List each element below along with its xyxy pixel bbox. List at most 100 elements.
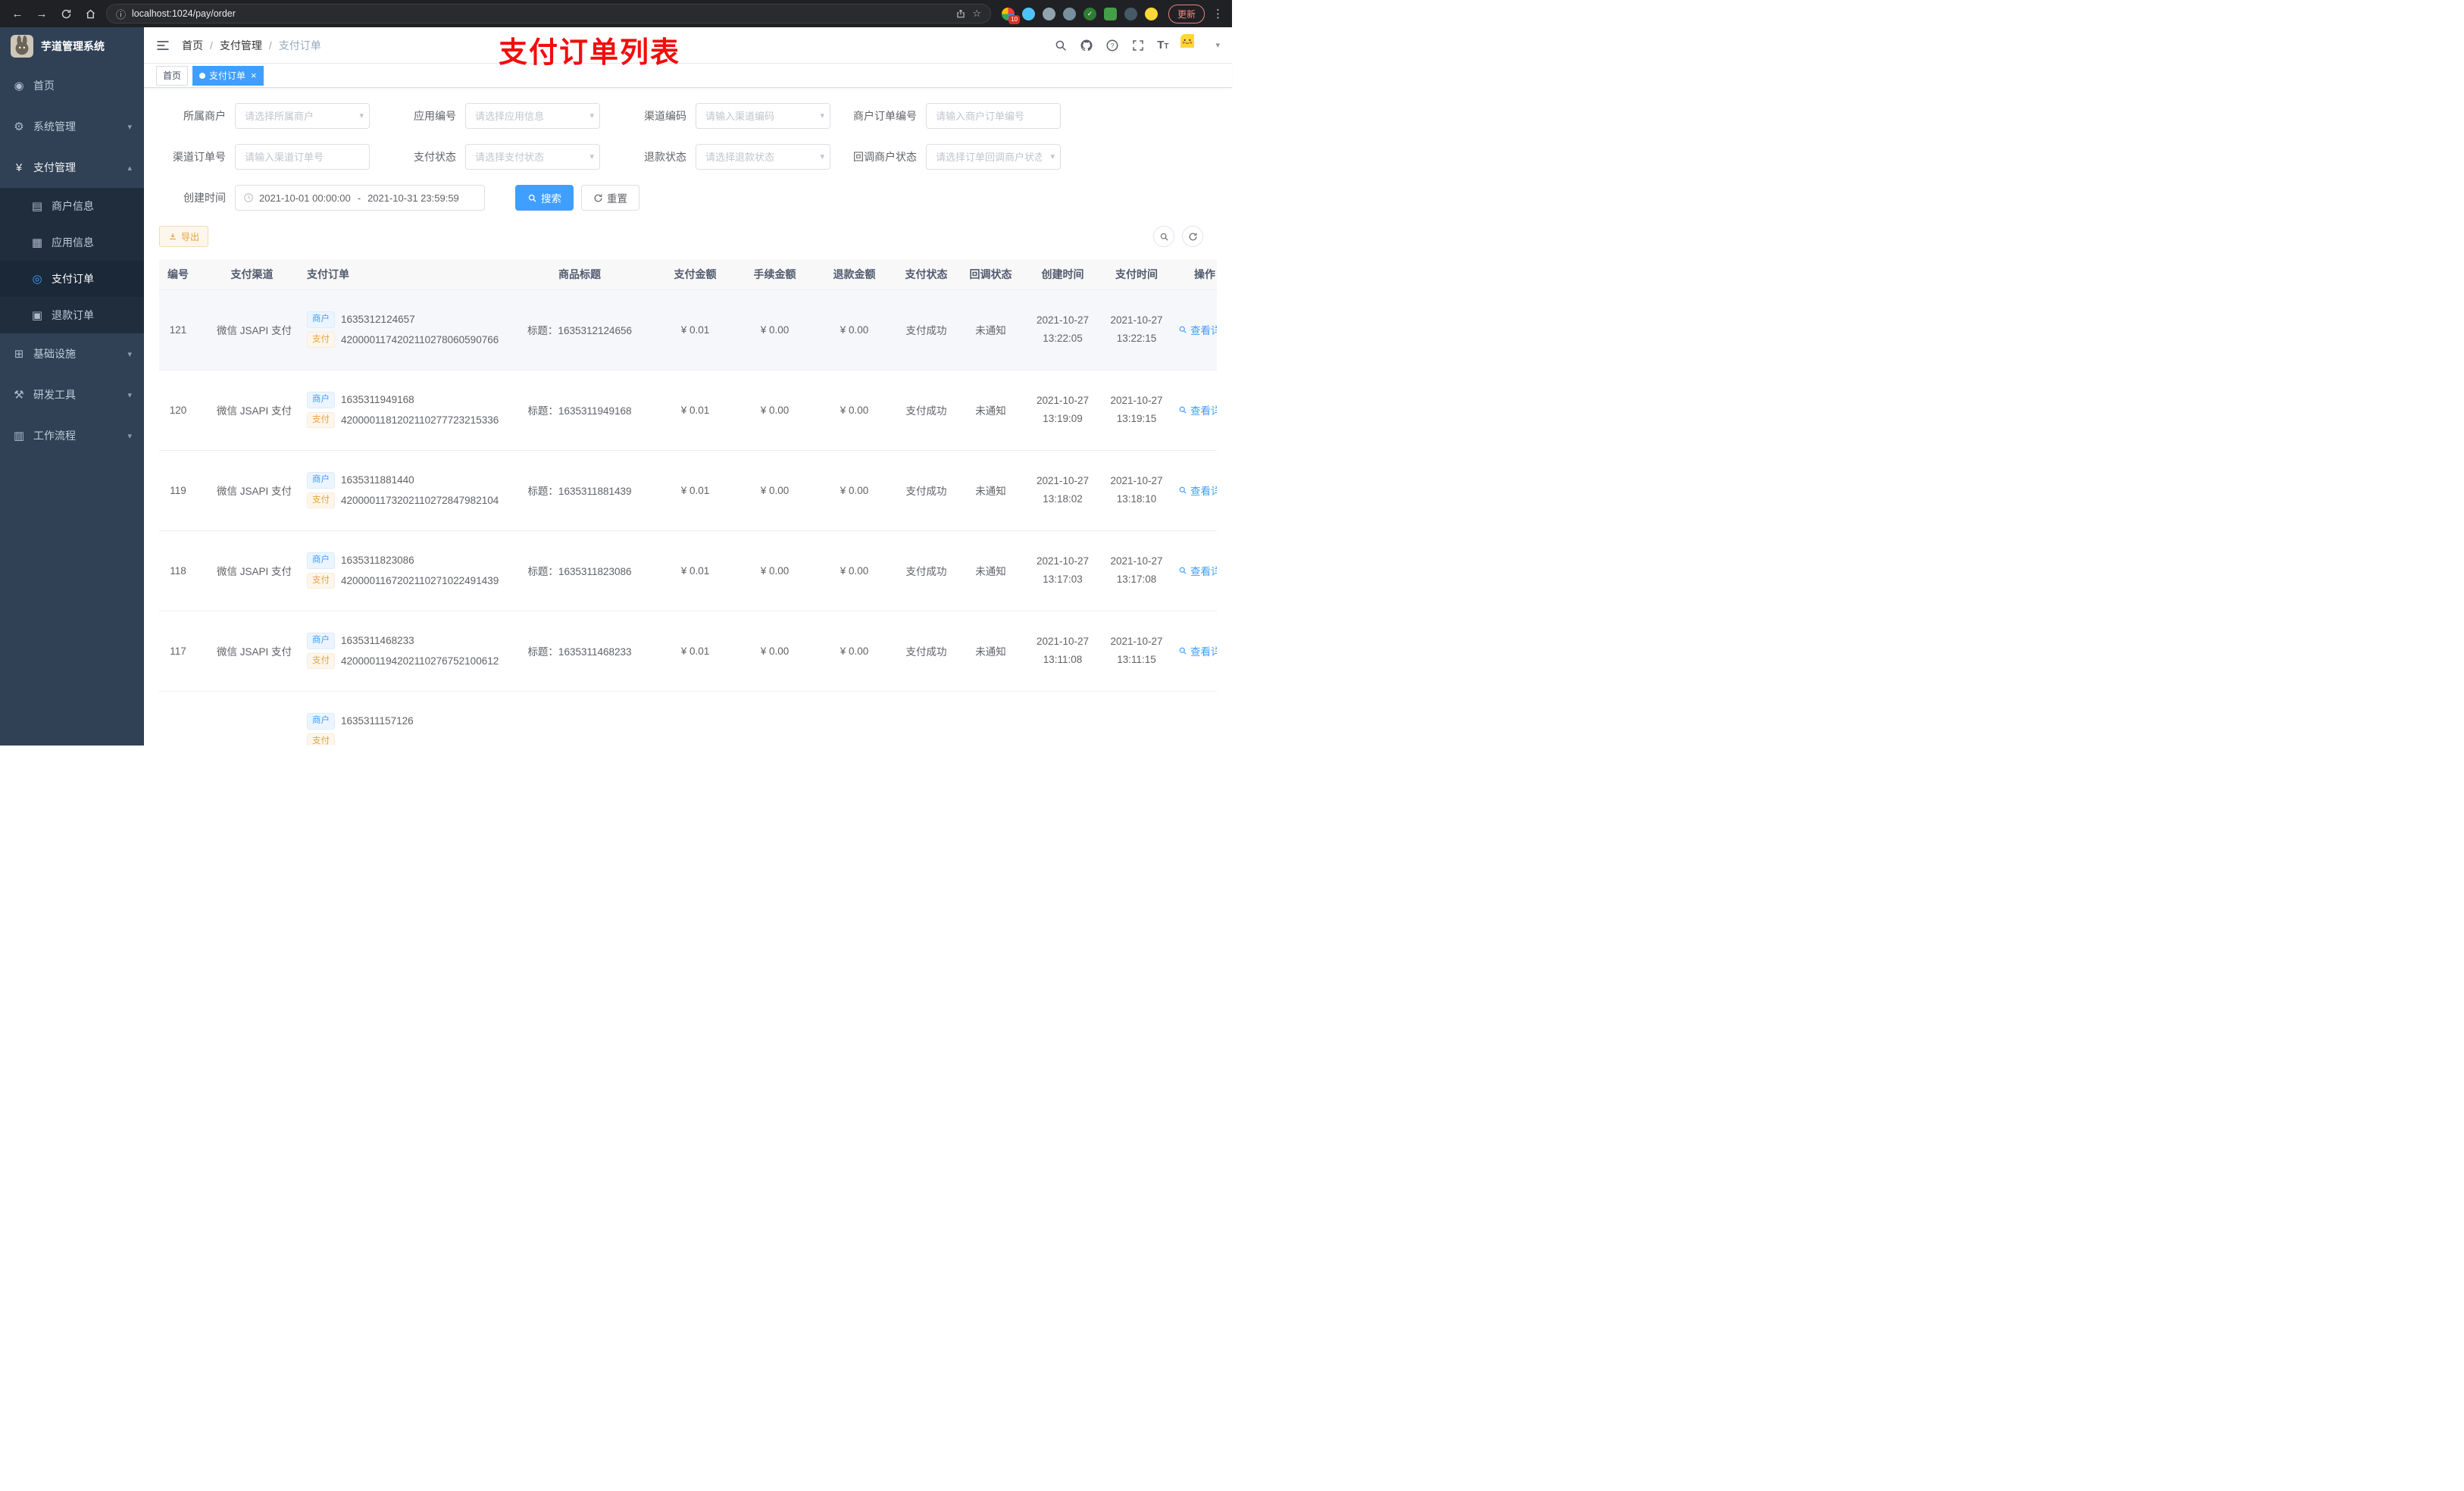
search-icon[interactable]: [1054, 39, 1068, 52]
table-row: 118 微信 JSAPI 支付 商户 1635311823086 支付 420000…: [159, 530, 1217, 611]
app-logo: 芋道管理系统: [0, 27, 144, 65]
refund-status-select[interactable]: ▾: [696, 144, 830, 170]
sidebar-item-system[interactable]: ⚙ 系统管理 ▾: [0, 106, 144, 147]
extension-badge: 10: [1008, 14, 1020, 24]
sidebar-item-merchant-info[interactable]: ▤ 商户信息: [0, 188, 144, 224]
view-detail-link[interactable]: 查看详情: [1178, 643, 1217, 658]
github-icon[interactable]: [1080, 39, 1093, 52]
sidebar-item-workflow[interactable]: ▥ 工作流程 ▾: [0, 415, 144, 456]
extension-icon[interactable]: [1021, 7, 1035, 20]
user-avatar[interactable]: [1180, 33, 1203, 57]
view-detail-link[interactable]: 查看详情: [1178, 322, 1217, 337]
pay-tag: 支付: [307, 733, 335, 746]
col-refund: 退款金额: [815, 259, 894, 290]
table-toolbar: 导出: [159, 226, 1217, 247]
merchant-label: 所属商户: [183, 110, 226, 122]
target-icon: ◎: [32, 273, 42, 286]
pay-tag: 支付: [307, 492, 335, 508]
sidebar-item-app-info[interactable]: ▦ 应用信息: [0, 224, 144, 261]
font-size-icon[interactable]: TT: [1157, 39, 1168, 51]
extension-icon[interactable]: [1144, 7, 1158, 20]
logo-avatar: [11, 35, 33, 58]
chevron-up-icon: ▴: [127, 163, 132, 173]
refresh-table-button[interactable]: [1182, 226, 1203, 247]
breadcrumb-section[interactable]: 支付管理: [220, 38, 262, 53]
back-icon[interactable]: ←: [9, 8, 26, 20]
col-id: 编号: [159, 259, 212, 290]
extension-icon[interactable]: [1103, 7, 1117, 20]
table-row: 商户 1635311157126 支付: [159, 691, 1217, 746]
merchant-select[interactable]: ▾: [235, 103, 370, 129]
search-icon: [1160, 233, 1168, 241]
help-icon[interactable]: ?: [1105, 39, 1119, 52]
col-title: 商品标题: [504, 259, 655, 290]
extension-icon[interactable]: [1124, 7, 1137, 20]
fullscreen-icon[interactable]: [1131, 39, 1145, 52]
update-button[interactable]: 更新: [1168, 4, 1205, 23]
clock-icon: [244, 193, 253, 202]
merchant-tag: 商户: [307, 713, 335, 730]
app-no-select[interactable]: ▾: [465, 103, 600, 129]
extension-icon[interactable]: [1062, 7, 1076, 20]
browser-chrome: ← → ⓘ localhost:1024/pay/order ☆ 10 ✓ 更新…: [0, 0, 1232, 27]
pay-status-label: 支付状态: [414, 151, 456, 163]
pay-tag: 支付: [307, 652, 335, 669]
extension-icon[interactable]: 10: [1001, 7, 1020, 24]
col-action: 操作: [1171, 259, 1217, 290]
close-icon[interactable]: ×: [251, 70, 257, 80]
table-header-row: 编号 支付渠道 支付订单 商品标题 支付金额 手续金额 退款金额 支付状态 回调…: [159, 259, 1217, 290]
extension-icon[interactable]: ✓: [1083, 7, 1096, 20]
forward-icon[interactable]: →: [33, 8, 50, 20]
active-dot: [199, 72, 206, 79]
reset-button[interactable]: 重置: [581, 185, 639, 211]
sidebar-item-payment[interactable]: ¥ 支付管理 ▴: [0, 147, 144, 188]
sidebar-item-home[interactable]: ◉ 首页: [0, 65, 144, 106]
view-detail-link[interactable]: 查看详情: [1178, 563, 1217, 578]
top-navbar: 首页 / 支付管理 / 支付订单 支付订单列表 ? TT ▾: [144, 27, 1232, 69]
merchant-tag: 商户: [307, 633, 335, 649]
sidebar-item-refund-order[interactable]: ▣ 退款订单: [0, 297, 144, 333]
channel-order-no-input[interactable]: [235, 144, 370, 170]
address-bar[interactable]: ⓘ localhost:1024/pay/order ☆: [106, 4, 991, 23]
grid-icon: ▦: [31, 236, 43, 249]
extension-icon[interactable]: [1042, 7, 1055, 20]
tab-pay-order[interactable]: 支付订单 ×: [192, 65, 264, 86]
col-notify: 回调状态: [958, 259, 1023, 290]
sidebar-toggle-icon[interactable]: [156, 39, 170, 52]
chevron-down-icon[interactable]: ▾: [1215, 40, 1220, 50]
col-order: 支付订单: [292, 259, 504, 290]
browser-menu-icon[interactable]: ⋮: [1212, 7, 1224, 20]
breadcrumb-home[interactable]: 首页: [182, 38, 203, 53]
sidebar: 芋道管理系统 ◉ 首页 ⚙ 系统管理 ▾ ¥ 支付管理 ▴ ▤ 商户信息 ▦ 应…: [0, 27, 144, 746]
merchant-order-no-input[interactable]: [926, 103, 1061, 129]
card-icon: ▤: [31, 200, 43, 213]
bookmark-star-icon[interactable]: ☆: [972, 8, 981, 20]
merchant-tag: 商户: [307, 392, 335, 408]
export-button[interactable]: 导出: [159, 226, 209, 247]
create-time-range-picker[interactable]: 2021-10-01 00:00:00 - 2021-10-31 23:59:5…: [235, 185, 485, 211]
sidebar-item-pay-order[interactable]: ◎ 支付订单: [0, 261, 144, 297]
payment-submenu: ▤ 商户信息 ▦ 应用信息 ◎ 支付订单 ▣ 退款订单: [0, 188, 144, 333]
tools-icon: ⚒: [14, 389, 24, 402]
share-icon[interactable]: [955, 8, 966, 19]
search-button[interactable]: 搜索: [515, 185, 574, 211]
tab-home[interactable]: 首页: [156, 65, 189, 86]
refresh-icon: [594, 194, 602, 202]
channel-code-input[interactable]: ▾: [696, 103, 830, 129]
toggle-search-button[interactable]: [1153, 226, 1174, 247]
reload-icon[interactable]: [58, 8, 74, 20]
home-icon[interactable]: [82, 8, 98, 20]
callback-status-select[interactable]: ▾: [926, 144, 1061, 170]
breadcrumb-current: 支付订单: [278, 39, 321, 52]
search-icon: [528, 194, 536, 202]
sidebar-item-devtools[interactable]: ⚒ 研发工具 ▾: [0, 374, 144, 415]
pay-status-select[interactable]: ▾: [465, 144, 600, 170]
channel-order-no-label: 渠道订单号: [173, 151, 226, 163]
view-detail-link[interactable]: 查看详情: [1178, 402, 1217, 417]
col-amount: 支付金额: [655, 259, 735, 290]
site-info-icon[interactable]: ⓘ: [116, 7, 126, 21]
page-annotation: 支付订单列表: [499, 37, 681, 69]
view-detail-link[interactable]: 查看详情: [1178, 483, 1217, 498]
sidebar-item-infrastructure[interactable]: ⊞ 基础设施 ▾: [0, 333, 144, 374]
col-create-time: 创建时间: [1023, 259, 1102, 290]
